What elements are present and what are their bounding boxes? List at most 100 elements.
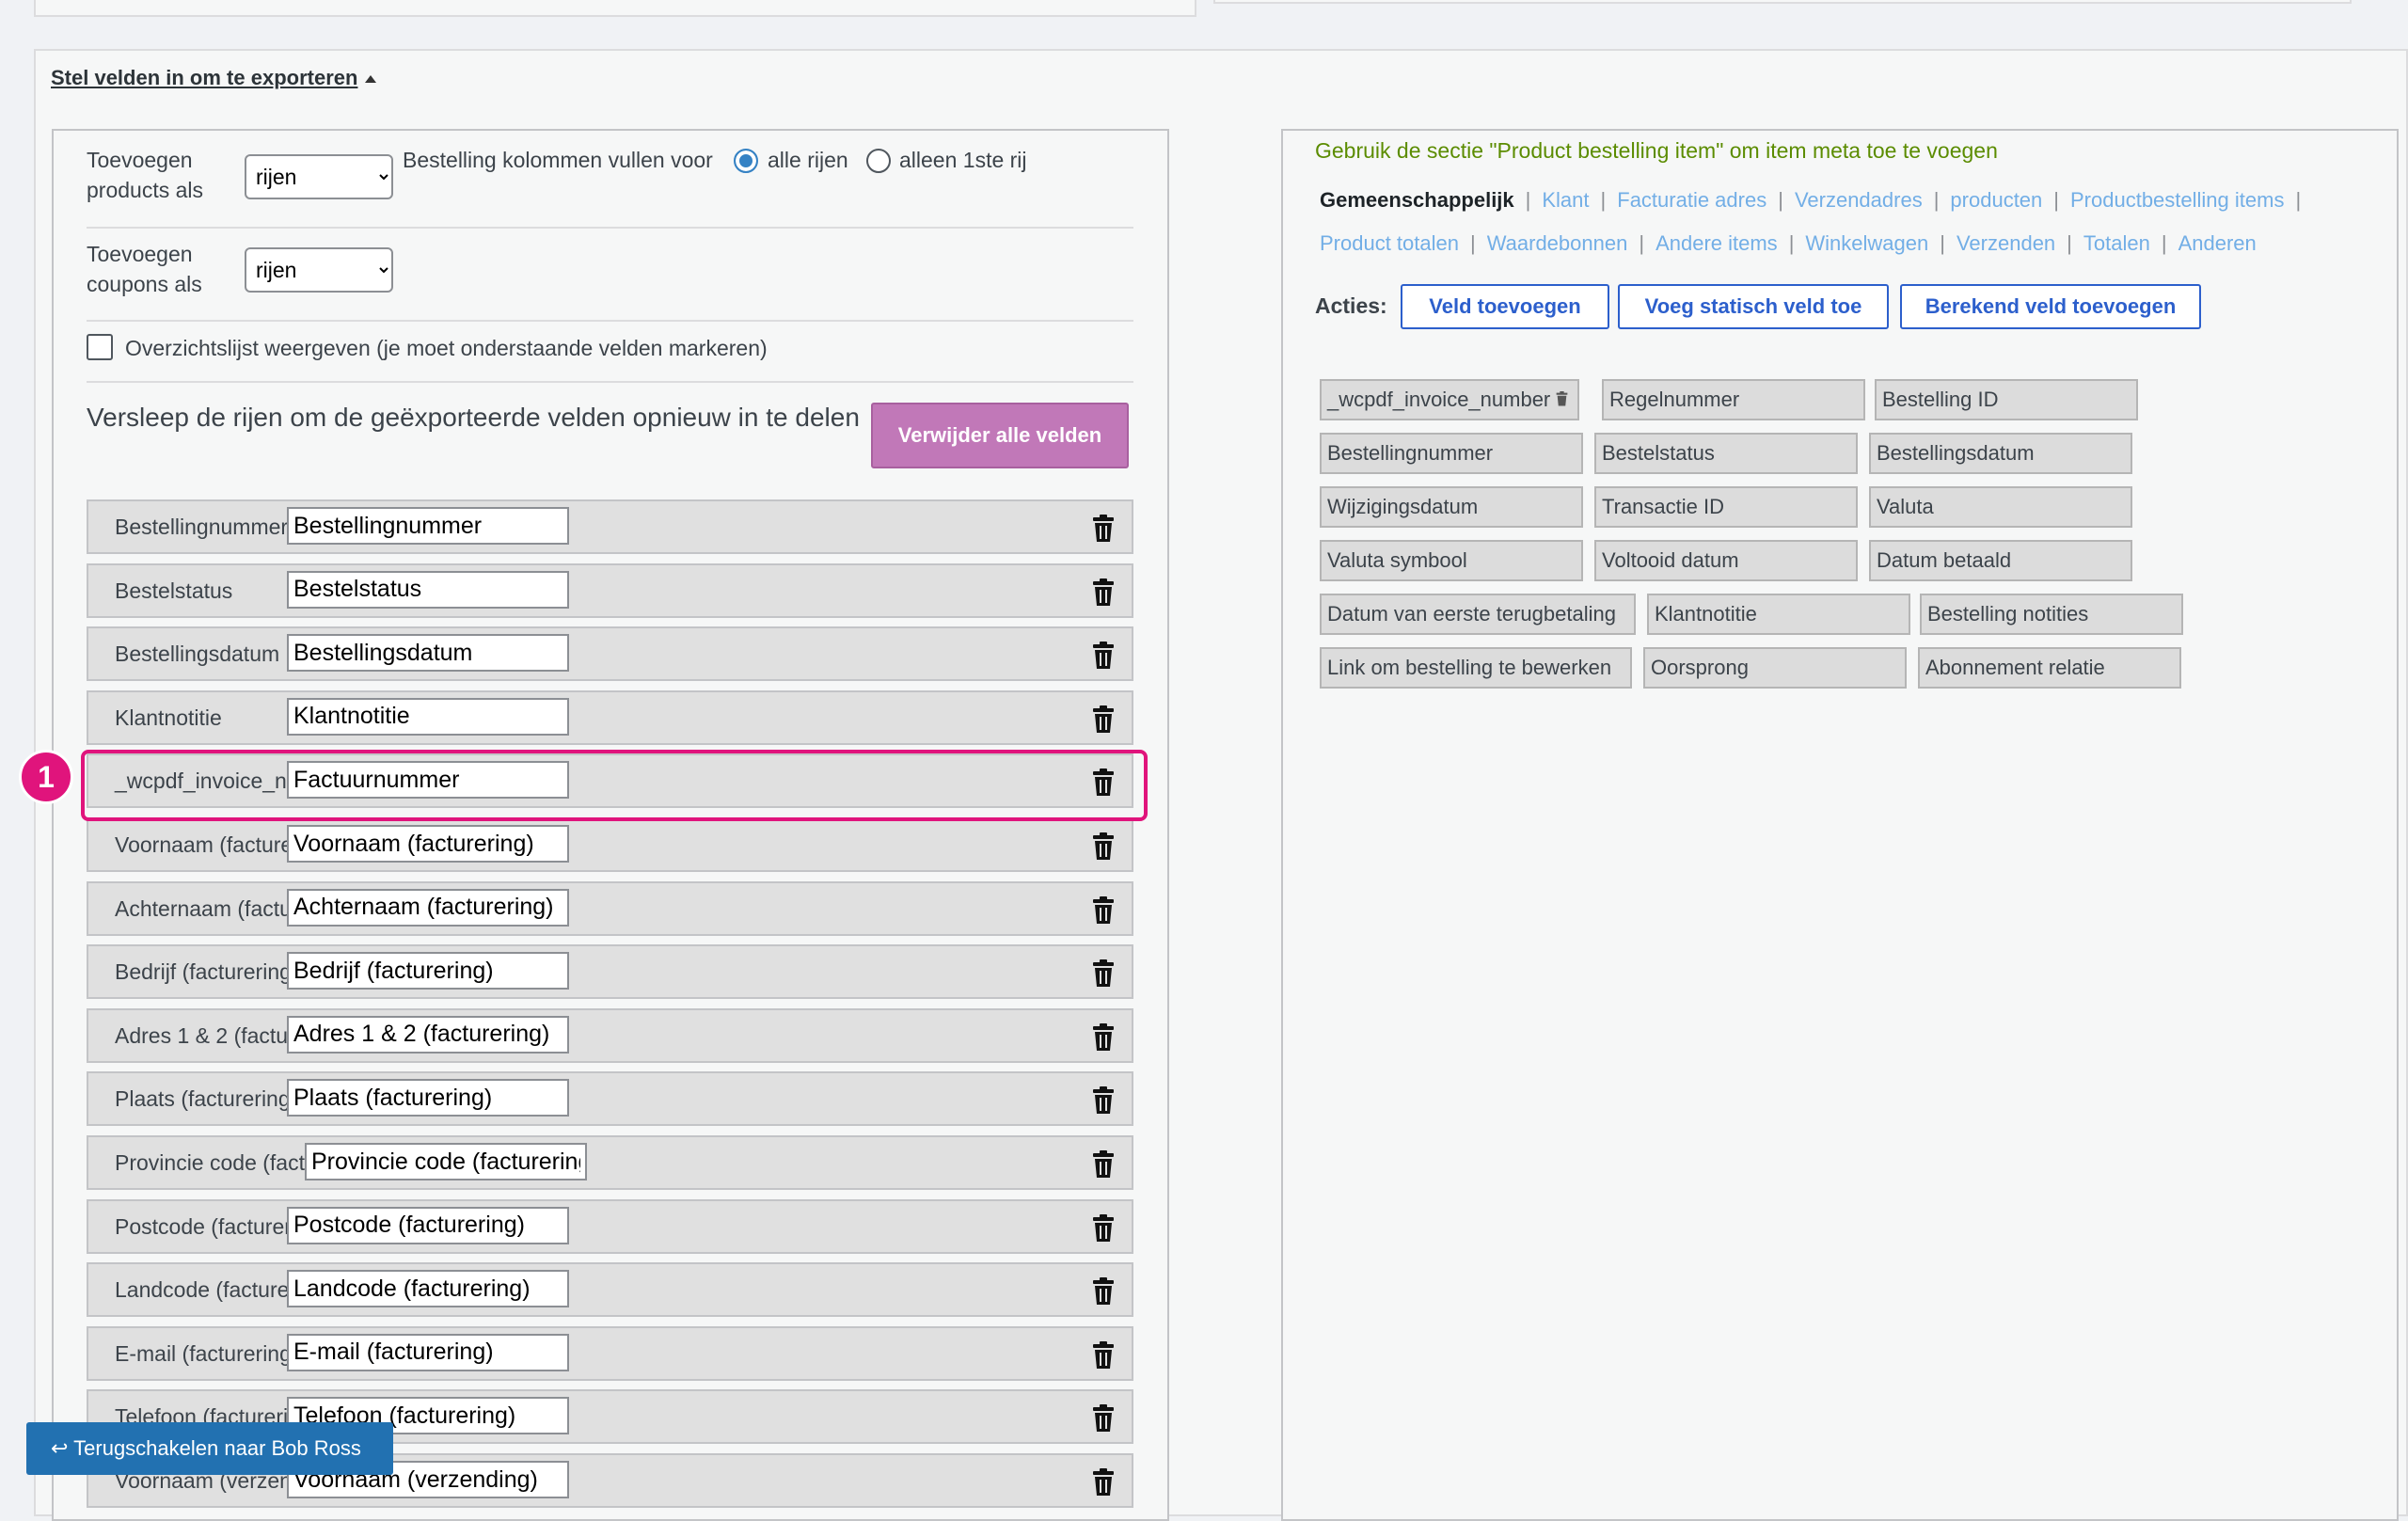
trash-icon[interactable] xyxy=(1092,1404,1115,1433)
available-field-chip[interactable]: Bestelling notities xyxy=(1920,594,2183,635)
available-field-chip[interactable]: Klantnotitie xyxy=(1647,594,1910,635)
field-row[interactable]: Postcode (facturering) xyxy=(87,1198,1133,1254)
tab-gemeenschappelijk[interactable]: Gemeenschappelijk xyxy=(1320,188,1514,212)
available-field-chip-label: Wijzigingsdatum xyxy=(1327,495,1479,518)
field-row[interactable]: Provincie code (facturering) xyxy=(87,1135,1133,1190)
trash-icon[interactable] xyxy=(1092,832,1115,861)
trash-icon[interactable] xyxy=(1092,578,1115,607)
field-row-input[interactable] xyxy=(287,634,569,673)
field-row[interactable]: Voornaam (facturering) xyxy=(87,817,1133,872)
tab-verzenden[interactable]: Verzenden xyxy=(1956,231,2055,255)
remove-all-fields-button[interactable]: Verwijder alle velden xyxy=(871,403,1129,468)
field-row[interactable]: Plaats (facturering) xyxy=(87,1071,1133,1127)
field-row[interactable]: Adres 1 & 2 (facturering) xyxy=(87,1007,1133,1063)
field-row[interactable]: E-mail (facturering) xyxy=(87,1325,1133,1381)
available-field-chip[interactable]: Bestellingsdatum xyxy=(1869,433,2132,474)
available-field-chip[interactable]: Bestelstatus xyxy=(1594,433,1858,474)
trash-icon[interactable] xyxy=(1092,1086,1115,1115)
trash-icon[interactable] xyxy=(1092,1213,1115,1243)
field-row[interactable]: Bestellingnummer xyxy=(87,499,1133,554)
field-row[interactable]: Bestelstatus xyxy=(87,562,1133,618)
available-field-chip[interactable]: Transactie ID xyxy=(1594,486,1858,528)
available-field-chip-label: Voltooid datum xyxy=(1602,548,1739,572)
available-field-chip[interactable]: _wcpdf_invoice_number xyxy=(1320,379,1579,420)
tab-waardebonnen[interactable]: Waardebonnen xyxy=(1487,231,1628,255)
field-row-input[interactable] xyxy=(305,1143,587,1180)
available-field-chip[interactable]: Voltooid datum xyxy=(1594,540,1858,581)
trash-icon[interactable] xyxy=(1092,1277,1115,1306)
field-row[interactable]: Bedrijf (facturering) xyxy=(87,944,1133,1000)
radio-first-row[interactable] xyxy=(866,149,891,173)
field-row-input[interactable] xyxy=(287,1333,569,1371)
trash-icon[interactable] xyxy=(1092,642,1115,670)
tab-separator: | xyxy=(1778,188,1783,212)
tab-separator: | xyxy=(1600,188,1607,212)
available-field-chip-label: Regelnummer xyxy=(1609,388,1740,411)
radio-all-rows-label: alle rijen xyxy=(768,148,848,172)
tab-winkelwagen[interactable]: Winkelwagen xyxy=(1805,231,1928,255)
available-field-chip[interactable]: Datum betaald xyxy=(1869,540,2132,581)
available-field-chip[interactable]: Datum van eerste terugbetaling xyxy=(1320,594,1636,635)
trash-icon[interactable] xyxy=(1092,515,1115,543)
tab-totalen[interactable]: Totalen xyxy=(2083,231,2150,255)
coupons-as-select[interactable]: rijen xyxy=(245,247,393,293)
products-as-select[interactable]: rijen xyxy=(245,154,393,199)
trash-icon[interactable] xyxy=(1092,959,1115,988)
field-row-input[interactable] xyxy=(287,1270,569,1308)
available-field-chip[interactable]: Regelnummer xyxy=(1602,379,1865,420)
trash-icon[interactable] xyxy=(1092,1150,1115,1179)
trash-icon[interactable] xyxy=(1092,1022,1115,1052)
available-field-chip[interactable]: Abonnement relatie xyxy=(1918,647,2181,689)
overview-checkbox[interactable] xyxy=(87,334,113,360)
available-field-chip-label: Bestelling ID xyxy=(1882,388,1999,411)
trash-icon[interactable] xyxy=(1092,1340,1115,1370)
tab-anderen[interactable]: Anderen xyxy=(2178,231,2257,255)
actions-label: Acties: xyxy=(1315,293,1387,318)
field-row-input[interactable] xyxy=(287,697,569,736)
tab-klant[interactable]: Klant xyxy=(1542,188,1589,212)
field-row-input[interactable] xyxy=(287,825,569,863)
field-row-input[interactable] xyxy=(287,1079,569,1117)
add-static-field-button[interactable]: Voeg statisch veld toe xyxy=(1618,284,1889,329)
field-row-label: Plaats (facturering) xyxy=(115,1086,298,1112)
field-row-input[interactable] xyxy=(287,952,569,990)
available-field-chip[interactable]: Oorsprong xyxy=(1643,647,1907,689)
available-field-chip[interactable]: Link om bestelling te bewerken xyxy=(1320,647,1632,689)
tab-facturatie-adres[interactable]: Facturatie adres xyxy=(1617,188,1766,212)
trash-icon[interactable] xyxy=(1092,1468,1115,1497)
tab-product-totalen[interactable]: Product totalen xyxy=(1320,231,1459,255)
available-field-chip-label: _wcpdf_invoice_number xyxy=(1327,388,1551,411)
field-row[interactable]: Bestellingsdatum xyxy=(87,626,1133,682)
add-calculated-field-button[interactable]: Berekend veld toevoegen xyxy=(1900,284,2201,329)
caret-up-icon xyxy=(365,75,377,84)
available-field-chip[interactable]: Valuta symbool xyxy=(1320,540,1583,581)
tab-producten[interactable]: producten xyxy=(1950,188,2042,212)
field-row-input[interactable] xyxy=(287,570,569,609)
radio-all-rows[interactable] xyxy=(734,149,758,173)
tab-separator: | xyxy=(1933,188,1940,212)
section-toggle[interactable]: Stel velden in om te exporteren xyxy=(51,66,377,90)
field-row-input[interactable] xyxy=(287,507,569,545)
field-row[interactable]: Klantnotitie xyxy=(87,689,1133,745)
field-row[interactable]: Landcode (facturering) xyxy=(87,1262,1133,1318)
field-row-input[interactable] xyxy=(287,1206,569,1244)
field-row-input[interactable] xyxy=(287,1015,569,1054)
add-field-button[interactable]: Veld toevoegen xyxy=(1401,284,1609,329)
tab-verzendadres[interactable]: Verzendadres xyxy=(1795,188,1923,212)
available-field-chip[interactable]: Bestellingnummer xyxy=(1320,433,1583,474)
available-field-chip[interactable]: Valuta xyxy=(1869,486,2132,528)
meta-hint: Gebruik de sectie "Product bestelling it… xyxy=(1315,138,1998,163)
switch-back-user-button[interactable]: ↩ Terugschakelen naar Bob Ross xyxy=(26,1422,393,1475)
step-badge: 1 xyxy=(19,750,73,804)
field-row-input[interactable] xyxy=(287,888,569,927)
available-field-chip[interactable]: Wijzigingsdatum xyxy=(1320,486,1583,528)
tab-productbestelling-items[interactable]: Productbestelling items xyxy=(2070,188,2284,212)
trash-icon[interactable] xyxy=(1556,388,1568,411)
trash-icon[interactable] xyxy=(1092,705,1115,734)
tab-separator: | xyxy=(2053,188,2059,212)
available-field-chip[interactable]: Bestelling ID xyxy=(1875,379,2138,420)
tab-andere-items[interactable]: Andere items xyxy=(1656,231,1778,255)
field-row[interactable]: Achternaam (facturering) xyxy=(87,880,1133,936)
field-row-label: E-mail (facturering) xyxy=(115,1340,299,1366)
trash-icon[interactable] xyxy=(1092,895,1115,925)
